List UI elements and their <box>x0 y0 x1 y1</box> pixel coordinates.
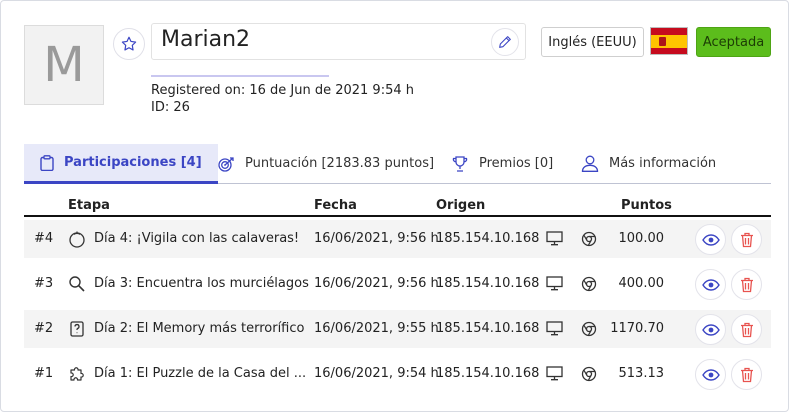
chrome-icon <box>581 366 597 382</box>
row-number: #2 <box>34 321 54 336</box>
ip-address: 185.154.10.168 <box>436 276 540 291</box>
tab-mas-informacion[interactable]: Más información <box>581 144 716 183</box>
avatar: M <box>24 25 104 105</box>
row-number: #3 <box>34 276 54 291</box>
table-row: #4 Día 4: ¡Vigila con las calaveras! 16/… <box>24 220 771 258</box>
ip-address: 185.154.10.168 <box>436 366 540 381</box>
name-field: Marian2 <box>151 23 526 60</box>
stage-name: Día 2: El Memory más terrorífico <box>94 321 305 336</box>
desktop-icon <box>546 366 563 381</box>
delete-button[interactable] <box>731 224 762 255</box>
stage-name: Día 3: Encuentra los murciélagos <box>94 276 309 291</box>
spain-flag-icon[interactable] <box>650 27 688 55</box>
view-button[interactable] <box>695 224 726 255</box>
trash-icon <box>740 232 753 247</box>
tab-participaciones[interactable]: Participaciones [4] <box>24 144 218 184</box>
view-button[interactable] <box>695 269 726 300</box>
tab-label: Puntuación [2183.83 puntos] <box>245 156 435 171</box>
trash-icon <box>740 277 753 292</box>
delete-button[interactable] <box>731 314 762 345</box>
entry-points: 400.00 <box>618 276 665 291</box>
row-number: #4 <box>34 231 54 246</box>
table-row: #1 Día 1: El Puzzle de la Casa del ... 1… <box>24 355 771 393</box>
table-row: #2 Día 2: El Memory más terrorífico 16/0… <box>24 310 771 348</box>
desktop-icon <box>546 276 563 291</box>
user-icon <box>581 155 599 172</box>
eye-icon <box>701 278 720 291</box>
entry-date: 16/06/2021, 9:54 h <box>314 366 439 381</box>
chrome-icon <box>581 321 597 337</box>
ip-address: 185.154.10.168 <box>436 231 540 246</box>
col-fecha: Fecha <box>314 198 357 213</box>
participant-name: Marian2 <box>161 27 251 52</box>
memory-card-icon <box>70 321 84 337</box>
eye-icon <box>701 233 720 246</box>
chrome-icon <box>581 231 597 247</box>
stage-name: Día 1: El Puzzle de la Casa del ... <box>94 366 307 381</box>
delete-button[interactable] <box>731 269 762 300</box>
target-icon <box>218 156 234 172</box>
tab-bar: Participaciones [4] Puntuación [2183.83 … <box>24 144 771 184</box>
table-row: #3 Día 3: Encuentra los murciélagos 16/0… <box>24 265 771 303</box>
entry-points: 100.00 <box>618 231 665 246</box>
entry-points: 1170.70 <box>610 321 664 336</box>
tab-label: Premios [0] <box>479 156 554 171</box>
view-button[interactable] <box>695 359 726 390</box>
status-badge[interactable]: Aceptada <box>696 27 771 57</box>
desktop-icon <box>546 231 563 246</box>
tab-premios[interactable]: Premios [0] <box>451 144 553 183</box>
stage-name: Día 4: ¡Vigila con las calaveras! <box>94 231 300 246</box>
registered-date: Registered on: 16 de Jun de 2021 9:54 h <box>151 83 414 98</box>
pumpkin-icon <box>69 231 85 248</box>
eye-icon <box>701 368 720 381</box>
trash-icon <box>740 322 753 337</box>
entry-points: 513.13 <box>618 366 665 381</box>
trash-icon <box>740 367 753 382</box>
desktop-icon <box>546 321 563 336</box>
language-button[interactable]: Inglés (EEUU) <box>541 27 644 57</box>
col-puntos: Puntos <box>621 198 672 213</box>
participant-id: ID: 26 <box>151 100 190 115</box>
email-redacted <box>151 67 329 77</box>
participant-card: M Marian2 Registered on: 16 de Jun de 20… <box>0 0 789 412</box>
col-origen: Origen <box>436 198 486 213</box>
view-button[interactable] <box>695 314 726 345</box>
entry-date: 16/06/2021, 9:56 h <box>314 231 439 246</box>
entry-date: 16/06/2021, 9:56 h <box>314 276 439 291</box>
ip-address: 185.154.10.168 <box>436 321 540 336</box>
table-header: Etapa Fecha Origen Puntos <box>24 197 771 217</box>
favorite-button[interactable] <box>113 28 145 60</box>
star-icon <box>121 36 137 51</box>
trophy-icon <box>452 155 468 172</box>
col-etapa: Etapa <box>68 198 110 213</box>
tab-label: Participaciones [4] <box>64 155 202 170</box>
pencil-icon <box>499 36 511 48</box>
entry-date: 16/06/2021, 9:55 h <box>314 321 439 336</box>
edit-name-button[interactable] <box>491 28 519 56</box>
chrome-icon <box>581 276 597 292</box>
magnifier-icon <box>69 276 85 292</box>
row-number: #1 <box>34 366 54 381</box>
delete-button[interactable] <box>731 359 762 390</box>
tab-puntuacion[interactable]: Puntuación [2183.83 puntos] <box>217 144 434 183</box>
eye-icon <box>701 323 720 336</box>
puzzle-icon <box>70 367 84 381</box>
tab-label: Más información <box>609 156 717 171</box>
clipboard-icon <box>40 154 54 171</box>
